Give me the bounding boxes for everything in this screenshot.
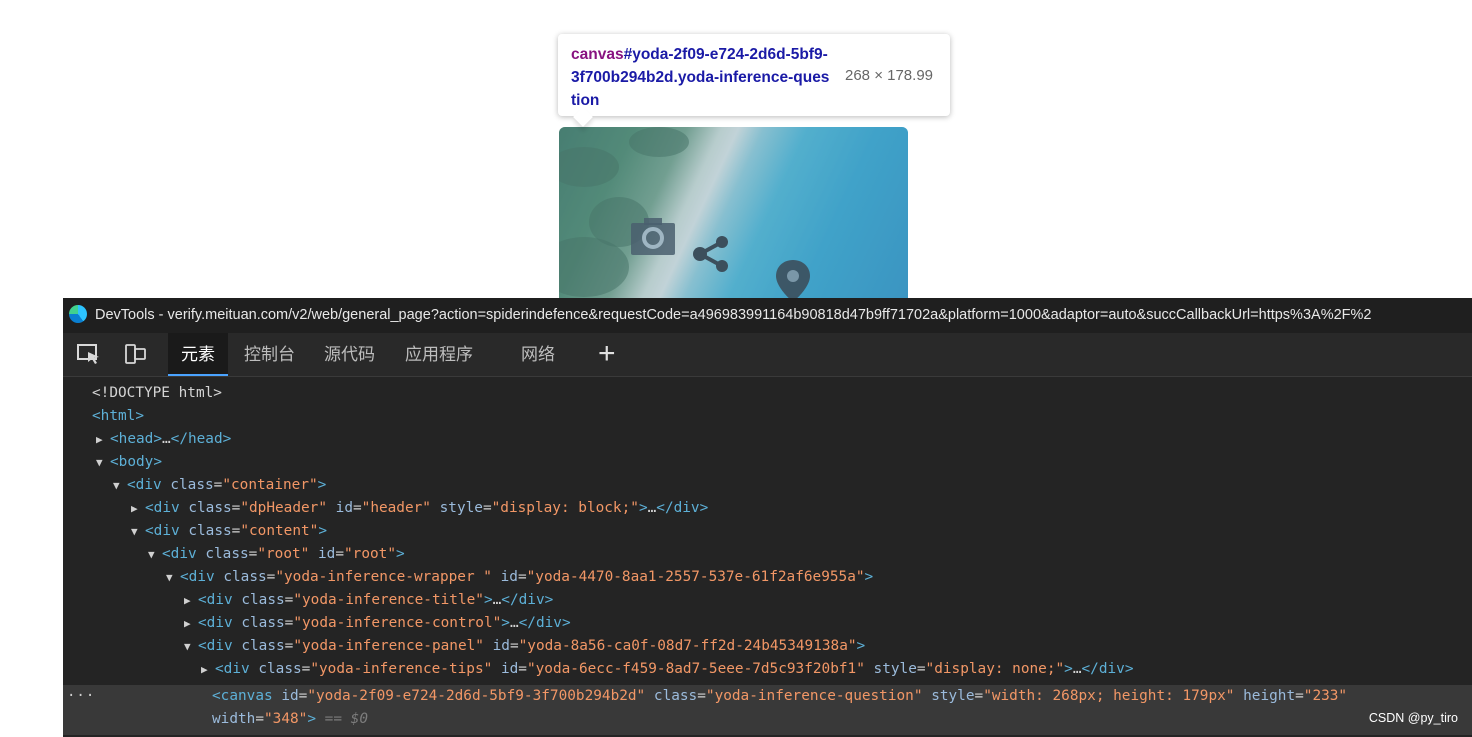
tab-elements[interactable]: 元素 [168,333,228,376]
tab-console[interactable]: 控制台 [231,333,308,376]
root-node[interactable]: ▼ <div class="root" id="root"> [148,543,405,566]
collapse-arrow-icon: ▼ [96,456,103,469]
captcha-canvas-preview[interactable] [559,127,908,298]
control-node[interactable]: ▶ <div class="yoda-inference-control">…</… [184,612,571,635]
canvas-node-line2: width="348"> == $0 [212,711,368,727]
element-inspect-tooltip: canvas#yoda-2f09-e724-2d6d-5bf9-3f700b29… [558,34,950,116]
tab-network[interactable]: 网络 [508,333,568,376]
tooltip-dimensions: 268 × 178.99 [845,67,934,84]
tooltip-selector: canvas#yoda-2f09-e724-2d6d-5bf9-3f700b29… [571,43,833,112]
tooltip-tag: canvas [571,46,624,63]
container-node[interactable]: ▼ <div class="container"> [113,474,326,497]
devtools-titlebar: DevTools - verify.meituan.com/v2/web/gen… [63,298,1472,333]
watermark: CSDN @py_tiro [1368,711,1458,725]
palm-foliage [559,147,619,187]
devtools-tabbar: 元素 控制台 源代码 应用程序 网络 + [63,333,1472,377]
selected-canvas-node[interactable]: ··· <canvas id="yoda-2f09-e724-2d6d-5bf9… [63,685,1472,735]
tips-node[interactable]: ▶ <div class="yoda-inference-tips" id="yo… [201,658,1134,681]
expand-arrow-icon: ▶ [96,433,103,446]
edge-logo-icon [69,305,87,324]
body-node[interactable]: ▼ <body> [96,451,162,474]
html-node[interactable]: <html> [92,405,144,428]
camera-icon [631,218,675,255]
devtools-title: DevTools - verify.meituan.com/v2/web/gen… [95,307,1372,323]
panel-node[interactable]: ▼ <div class="yoda-inference-panel" id="y… [184,635,865,658]
tab-application[interactable]: 应用程序 [392,333,486,376]
device-toolbar-icon[interactable] [123,343,147,365]
dom-tree: <!DOCTYPE html> <html> ▶ <head>…</head> ▼… [63,377,1472,737]
share-icon [693,236,728,272]
palm-foliage [629,127,689,157]
doctype-line: <!DOCTYPE html> [92,385,222,401]
tab-sources[interactable]: 源代码 [311,333,388,376]
canvas-node-line1: <canvas id="yoda-2f09-e724-2d6d-5bf9-3f7… [212,688,1348,704]
add-tab-button[interactable]: + [598,337,616,371]
palm-foliage [559,237,629,297]
location-pin-icon [776,260,810,298]
content-node[interactable]: ▼ <div class="content"> [131,520,327,543]
wrapper-node[interactable]: ▼ <div class="yoda-inference-wrapper " id… [166,566,873,589]
devtools-window: DevTools - verify.meituan.com/v2/web/gen… [63,298,1472,737]
head-node[interactable]: ▶ <head>…</head> [96,428,231,451]
header-node[interactable]: ▶ <div class="dpHeader" id="header" style… [131,497,708,520]
console-ref-marker: == $0 [324,711,368,727]
title-node[interactable]: ▶ <div class="yoda-inference-title">…</di… [184,589,553,612]
gutter-more-icon[interactable]: ··· [67,685,95,708]
inspect-element-icon[interactable] [77,343,101,365]
